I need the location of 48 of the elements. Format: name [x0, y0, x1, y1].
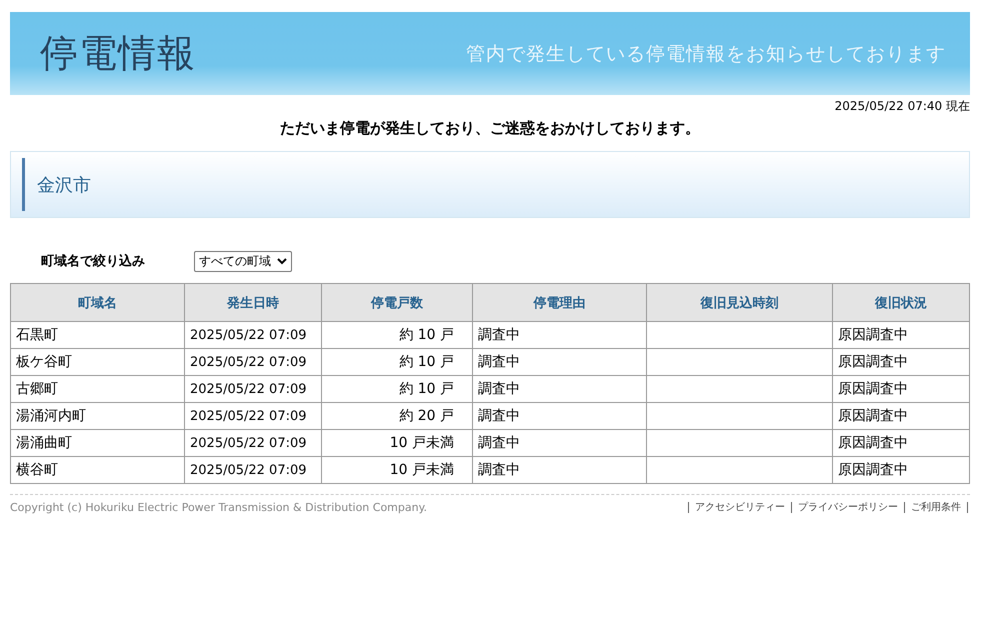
table-cell: 原因調査中 — [832, 322, 970, 348]
footer-link[interactable]: アクセシビリティー — [689, 502, 792, 513]
table-cell: 2025/05/22 07:09 — [184, 402, 322, 430]
table-cell: 2025/05/22 07:09 — [184, 322, 322, 348]
column-header: 町域名 — [10, 284, 184, 322]
copyright-text: Copyright (c) Hokuriku Electric Power Transmission & Distribution Company. — [10, 501, 428, 514]
table-cell: 横谷町 — [10, 456, 184, 484]
page-title: 停電情報 — [40, 30, 196, 77]
table-cell: 調査中 — [472, 430, 646, 456]
table-cell: 調査中 — [472, 348, 646, 376]
table-cell: 原因調査中 — [832, 402, 970, 430]
table-cell: 石黒町 — [10, 322, 184, 348]
notice-text: ただいま停電が発生しており、ご迷惑をおかけしております。 — [280, 119, 700, 138]
table-cell: 原因調査中 — [832, 430, 970, 456]
table-cell: 約 10 戸 — [322, 322, 472, 348]
table-cell: 2025/05/22 07:09 — [184, 348, 322, 376]
column-header: 復旧状況 — [832, 284, 970, 322]
table-cell: 約 10 戸 — [322, 376, 472, 402]
table-cell: 古郷町 — [10, 376, 184, 402]
table-cell: 調査中 — [472, 322, 646, 348]
table-cell: 調査中 — [472, 456, 646, 484]
table-cell: 板ケ谷町 — [10, 348, 184, 376]
table-cell: 調査中 — [472, 402, 646, 430]
table-cell: 原因調査中 — [832, 376, 970, 402]
filter-label: 町域名で絞り込み — [41, 252, 146, 270]
table-cell: 2025/05/22 07:09 — [184, 430, 322, 456]
table-cell: 調査中 — [472, 376, 646, 402]
column-header: 復旧見込時刻 — [646, 284, 832, 322]
column-header: 発生日時 — [184, 284, 322, 322]
header-subtitle: 管内で発生している停電情報をお知らせしております — [466, 42, 946, 66]
table-cell: 約 20 戸 — [322, 402, 472, 430]
table-cell: 2025/05/22 07:09 — [184, 376, 322, 402]
table-cell: 10 戸未満 — [322, 430, 472, 456]
table-cell: 原因調査中 — [832, 456, 970, 484]
table-cell: 湯涌曲町 — [10, 430, 184, 456]
column-header: 停電理由 — [472, 284, 646, 322]
table-cell: 原因調査中 — [832, 348, 970, 376]
chevron-icon — [277, 258, 287, 264]
timestamp: 2025/05/22 07:40 現在 — [834, 98, 970, 115]
footer-link[interactable]: ご利用条件 — [905, 502, 968, 513]
area-title: 金沢市 — [37, 174, 91, 196]
footer-link[interactable]: プライバシーポリシー — [792, 502, 905, 513]
table-cell: 10 戸未満 — [322, 456, 472, 484]
column-header: 停電戸数 — [322, 284, 472, 322]
town-dropdown[interactable]: すべての町域 — [194, 250, 292, 272]
table-cell: 約 10 戸 — [322, 348, 472, 376]
table-cell: 湯涌河内町 — [10, 402, 184, 430]
table-cell: 2025/05/22 07:09 — [184, 456, 322, 484]
